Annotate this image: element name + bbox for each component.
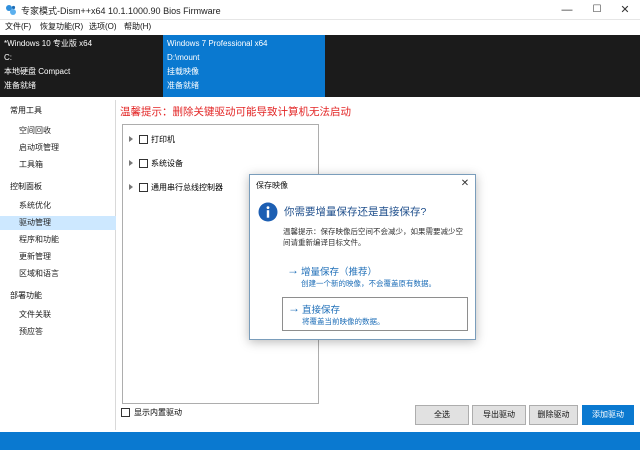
expand-arrow-icon[interactable] (129, 136, 133, 142)
sidebar-item-system-optimize[interactable]: 系统优化 (0, 199, 116, 213)
option-description: 将覆盖当前映像的数据。 (302, 317, 385, 326)
minimize-button[interactable]: — (552, 0, 582, 20)
sidebar-item-programs[interactable]: 程序和功能 (0, 233, 116, 247)
tree-node-label: 系统设备 (151, 159, 183, 168)
tree-node-label: 打印机 (151, 135, 175, 144)
image-path: D:\mount (167, 53, 200, 62)
option-label: 直接保存 (302, 305, 341, 316)
sidebar-item-updates[interactable]: 更新管理 (0, 250, 116, 264)
sidebar-group-tools: 常用工具 (10, 106, 42, 115)
image-selector-band: *Windows 10 专业版 x64 C: 本地硬盘 Compact 准备就绪… (0, 35, 640, 97)
image-status: 准备就绪 (167, 81, 199, 90)
menu-options[interactable]: 选项(O) (89, 21, 117, 32)
select-all-button[interactable]: 全选 (415, 405, 469, 425)
dialog-description: 温馨提示：保存映像后空间不会减少，如果需要减少空间请重新编译目标文件。 (283, 227, 463, 247)
sidebar-item-space-reclaim[interactable]: 空间回收 (0, 124, 116, 138)
image-card-local[interactable]: *Windows 10 专业版 x64 C: 本地硬盘 Compact 准备就绪 (0, 35, 162, 97)
title-bar: 专家模式-Dism++x64 10.1.1000.90 Bios Firmwar… (0, 0, 640, 20)
sidebar-group-control-panel: 控制面板 (10, 182, 42, 191)
tree-node-label: 通用串行总线控制器 (151, 183, 223, 192)
warning-message: 温馨提示：删除关键驱动可能导致计算机无法启动 (120, 106, 351, 118)
delete-drivers-button[interactable]: 删除驱动 (529, 405, 578, 425)
arrow-right-icon: → (287, 263, 299, 277)
sidebar-item-drivers[interactable]: 驱动管理 (0, 216, 116, 230)
app-icon (6, 5, 16, 15)
tree-node-checkbox[interactable] (139, 183, 148, 192)
sidebar-item-region-language[interactable]: 区域和语言 (0, 267, 116, 281)
maximize-button[interactable]: ☐ (582, 0, 612, 20)
sidebar-item-startup[interactable]: 启动项管理 (0, 141, 116, 155)
menu-bar: 文件(F) 恢复功能(R) 选项(O) 帮助(H) (0, 20, 640, 34)
image-path: C: (4, 53, 12, 62)
show-builtin-checkbox[interactable] (121, 408, 130, 417)
dialog-close-icon[interactable]: ✕ (458, 177, 472, 191)
close-button[interactable]: ✕ (610, 0, 640, 20)
incremental-save-option[interactable]: → 增量保存（推荐） 创建一个新的映像，不会覆盖原有数据。 (282, 263, 468, 297)
show-builtin-label: 显示内置驱动 (134, 408, 182, 417)
sidebar-item-answer-file[interactable]: 预应答 (0, 325, 116, 339)
image-name: Windows 7 Professional x64 (167, 39, 268, 48)
save-image-dialog: 保存映像 ✕ 你需要增量保存还是直接保存? 温馨提示：保存映像后空间不会减少，如… (249, 174, 476, 340)
option-description: 创建一个新的映像，不会覆盖原有数据。 (301, 279, 436, 288)
image-type: 本地硬盘 Compact (4, 67, 71, 76)
option-label: 增量保存（推荐） (301, 267, 378, 278)
dialog-title: 保存映像 (256, 181, 288, 190)
sidebar-item-file-assoc[interactable]: 文件关联 (0, 308, 116, 322)
image-card-mounted[interactable]: Windows 7 Professional x64 D:\mount 挂载映像… (163, 35, 325, 97)
add-drivers-button[interactable]: 添加驱动 (582, 405, 634, 425)
image-name: *Windows 10 专业版 x64 (4, 39, 93, 48)
tree-node-checkbox[interactable] (139, 135, 148, 144)
expand-arrow-icon[interactable] (129, 160, 133, 166)
image-status: 准备就绪 (4, 81, 36, 90)
dialog-heading: 你需要增量保存还是直接保存? (284, 206, 427, 218)
sidebar-group-deploy: 部署功能 (10, 291, 42, 300)
info-icon (258, 202, 278, 222)
export-drivers-button[interactable]: 导出驱动 (472, 405, 526, 425)
tree-node-checkbox[interactable] (139, 159, 148, 168)
status-bar (0, 432, 640, 450)
menu-file[interactable]: 文件(F) (5, 21, 31, 32)
arrow-right-icon: → (288, 301, 300, 315)
menu-help[interactable]: 帮助(H) (124, 21, 151, 32)
sidebar-item-toolbox[interactable]: 工具箱 (0, 158, 116, 172)
sidebar: 常用工具 空间回收 启动项管理 工具箱 控制面板 系统优化 驱动管理 程序和功能… (0, 100, 116, 430)
direct-save-option[interactable]: → 直接保存 将覆盖当前映像的数据。 (282, 297, 468, 331)
menu-restore[interactable]: 恢复功能(R) (40, 21, 83, 32)
window-title: 专家模式-Dism++x64 10.1.1000.90 Bios Firmwar… (21, 6, 221, 16)
image-type: 挂载映像 (167, 67, 199, 76)
expand-arrow-icon[interactable] (129, 184, 133, 190)
